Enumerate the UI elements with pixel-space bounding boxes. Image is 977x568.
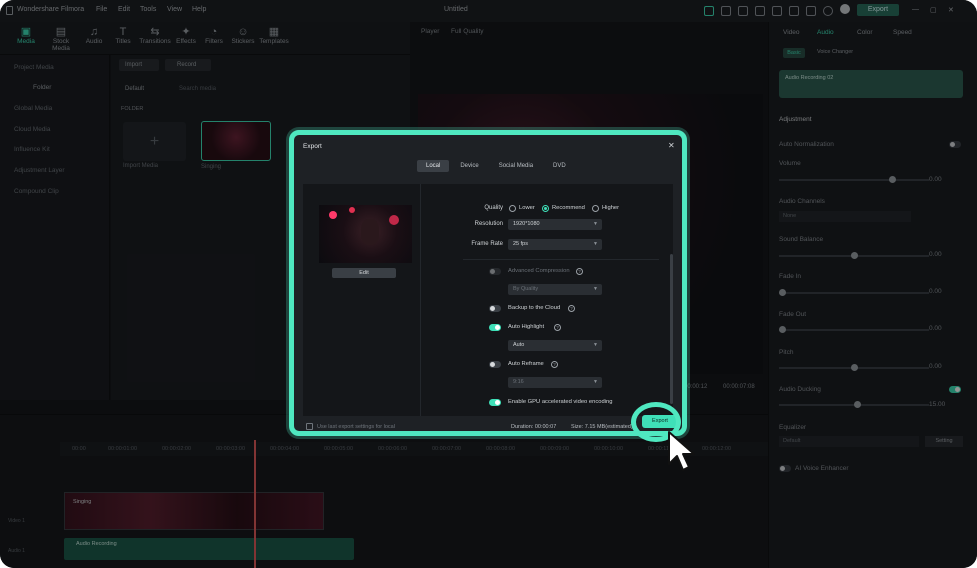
frame-rate-value: 25 fps xyxy=(513,241,528,247)
auto-reframe-label: Auto Reframe xyxy=(508,361,544,367)
resolution-label: Resolution xyxy=(474,221,503,227)
duration-text: Duration: 00:00:07 xyxy=(511,424,557,430)
help-icon[interactable]: ? xyxy=(554,324,561,331)
mouse-cursor-icon xyxy=(668,431,695,471)
help-icon[interactable]: ? xyxy=(568,305,575,312)
tab-local[interactable]: Local xyxy=(417,160,450,172)
reframe-value: 9:16 xyxy=(513,379,524,385)
close-icon[interactable]: ✕ xyxy=(668,141,675,150)
export-dialog-title: Export xyxy=(303,143,322,150)
export-dialog: Export ✕ Local Device Social Media DVD E… xyxy=(289,130,687,436)
auto-highlight-value: Auto xyxy=(513,342,525,348)
backup-cloud-label: Backup to the Cloud xyxy=(508,305,561,311)
export-tabs: Local Device Social Media DVD xyxy=(417,160,575,172)
quality-recommend-label: Recommend xyxy=(552,205,585,211)
compression-value: By Quality xyxy=(513,286,539,292)
divider xyxy=(463,259,659,260)
help-icon[interactable]: ? xyxy=(576,268,583,275)
chevron-down-icon: ▼ xyxy=(593,342,598,348)
bokeh-light xyxy=(329,211,337,219)
divider xyxy=(420,184,421,416)
bokeh-light xyxy=(349,207,355,213)
auto-reframe-toggle[interactable] xyxy=(489,361,501,368)
tab-social-media[interactable]: Social Media xyxy=(490,160,542,172)
resolution-select[interactable]: 1920*1080 ▼ xyxy=(508,219,602,230)
quality-recommend-radio[interactable] xyxy=(542,205,549,212)
singer-silhouette xyxy=(361,219,379,245)
last-settings-checkbox[interactable] xyxy=(306,423,313,430)
auto-highlight-toggle[interactable] xyxy=(489,324,501,331)
gpu-encoding-label: Enable GPU accelerated video encoding xyxy=(508,399,613,405)
quality-higher-label: Higher xyxy=(602,205,620,211)
last-settings-label: Use last export settings for local xyxy=(317,424,395,430)
bokeh-light xyxy=(389,215,399,225)
quality-higher-radio[interactable] xyxy=(592,205,599,212)
size-text: Size: 7.15 MB(estimated) xyxy=(571,424,633,430)
reframe-select[interactable]: 9:16 ▼ xyxy=(508,377,602,388)
advanced-compression-toggle[interactable] xyxy=(489,268,501,275)
resolution-value: 1920*1080 xyxy=(513,221,540,227)
quality-lower-label: Lower xyxy=(519,205,535,211)
chevron-down-icon: ▼ xyxy=(593,241,598,247)
backup-cloud-toggle[interactable] xyxy=(489,305,501,312)
scrollbar[interactable] xyxy=(670,254,673,404)
frame-rate-label: Frame Rate xyxy=(471,241,503,247)
chevron-down-icon: ▼ xyxy=(593,379,598,385)
auto-highlight-label: Auto Highlight xyxy=(508,324,545,330)
quality-label: Quality xyxy=(484,205,503,211)
chevron-down-icon: ▼ xyxy=(593,286,598,292)
compression-select[interactable]: By Quality ▼ xyxy=(508,284,602,295)
frame-rate-select[interactable]: 25 fps ▼ xyxy=(508,239,602,250)
edit-button[interactable]: Edit xyxy=(332,268,396,278)
chevron-down-icon: ▼ xyxy=(593,221,598,227)
quality-lower-radio[interactable] xyxy=(509,205,516,212)
gpu-encoding-toggle[interactable] xyxy=(489,399,501,406)
export-preview-thumbnail xyxy=(319,205,412,263)
advanced-compression-label: Advanced Compression xyxy=(508,268,570,274)
tab-dvd[interactable]: DVD xyxy=(544,160,575,172)
app-window: Wondershare Filmora File Edit Tools View… xyxy=(0,0,977,568)
tab-device[interactable]: Device xyxy=(451,160,487,172)
help-icon[interactable]: ? xyxy=(551,361,558,368)
auto-highlight-select[interactable]: Auto ▼ xyxy=(508,340,602,351)
export-body: Edit Quality Lower Recommend Higher Reso… xyxy=(303,184,673,416)
